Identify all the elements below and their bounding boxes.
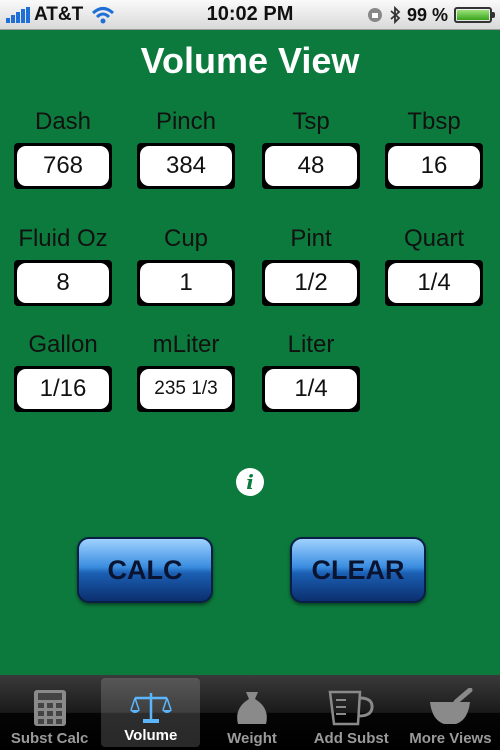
tab-label: Add Subst <box>313 730 389 747</box>
unit-label: Tbsp <box>407 108 461 135</box>
battery-percent: 99 % <box>406 4 448 25</box>
tab-label: More Views <box>409 730 492 747</box>
orientation-lock-icon <box>367 8 382 22</box>
unit-value: 1 <box>140 263 232 303</box>
unit-value: 1/4 <box>265 369 357 409</box>
calculator-icon <box>33 690 66 726</box>
unit-value: 1/16 <box>17 369 109 409</box>
unit-label: Quart <box>403 225 465 252</box>
unit-value: 16 <box>388 146 480 186</box>
unit-field[interactable]: 235 1/3 <box>137 366 235 412</box>
unit-cell-liter: Liter 1/4 <box>256 330 366 412</box>
unit-label: Pint <box>290 225 332 252</box>
unit-cell-dash: Dash 768 <box>8 107 118 189</box>
unit-value: 8 <box>17 263 109 303</box>
unit-cell-gallon: Gallon 1/16 <box>8 330 118 412</box>
unit-cell-cup: Cup 1 <box>131 224 241 306</box>
unit-label: Dash <box>34 108 92 135</box>
unit-cell-tsp: Tsp 48 <box>256 107 366 189</box>
unit-label: Gallon <box>28 331 98 358</box>
measuring-cup-icon <box>328 690 374 726</box>
unit-value: 1/4 <box>388 263 480 303</box>
calc-button[interactable]: CALC <box>77 537 213 603</box>
unit-cell-mliter: mLiter 235 1/3 <box>131 330 241 412</box>
unit-cell-pinch: Pinch 384 <box>131 107 241 189</box>
unit-field[interactable]: 1/4 <box>385 260 483 306</box>
tab-volume[interactable]: Volume <box>101 678 201 747</box>
unit-field[interactable]: 1/2 <box>262 260 360 306</box>
unit-field[interactable]: 768 <box>14 143 112 189</box>
page-title: Volume View <box>140 40 360 81</box>
unit-label: Cup <box>163 225 209 252</box>
unit-label: Liter <box>287 331 335 358</box>
unit-value: 1/2 <box>265 263 357 303</box>
battery-fill <box>457 10 489 20</box>
unit-field[interactable]: 1/16 <box>14 366 112 412</box>
unit-field[interactable]: 16 <box>385 143 483 189</box>
unit-cell-fluid-oz: Fluid Oz 8 <box>8 224 118 306</box>
tab-bar: Subst Calc Volume Weight Add Subst More … <box>0 675 500 750</box>
unit-cell-tbsp: Tbsp 16 <box>379 107 489 189</box>
tab-label: Weight <box>227 730 277 747</box>
unit-value: 48 <box>265 146 357 186</box>
unit-value: 235 1/3 <box>140 369 232 409</box>
unit-label: mLiter <box>152 331 220 358</box>
clear-button[interactable]: CLEAR <box>290 537 426 603</box>
tab-label: Volume <box>124 727 178 744</box>
unit-cell-quart: Quart 1/4 <box>379 224 489 306</box>
right-status: 99 % <box>367 4 495 26</box>
unit-value: 768 <box>17 146 109 186</box>
tab-subst-calc[interactable]: Subst Calc <box>0 675 99 750</box>
unit-label: Tsp <box>292 108 330 135</box>
battery-icon <box>454 7 495 23</box>
unit-value: 384 <box>140 146 232 186</box>
unit-label: Pinch <box>155 108 217 135</box>
unit-field[interactable]: 8 <box>14 260 112 306</box>
tab-add-subst[interactable]: Add Subst <box>302 675 401 750</box>
weight-bag-icon <box>237 692 267 724</box>
info-icon[interactable]: i <box>236 468 264 496</box>
unit-field[interactable]: 384 <box>137 143 235 189</box>
unit-label: Fluid Oz <box>18 225 108 252</box>
tab-more-views[interactable]: More Views <box>401 675 500 750</box>
status-bar: AT&T 10:02 PM 99 % <box>0 0 500 30</box>
tab-label: Subst Calc <box>10 730 89 747</box>
unit-field[interactable]: 48 <box>262 143 360 189</box>
unit-field[interactable]: 1/4 <box>262 366 360 412</box>
unit-field[interactable]: 1 <box>137 260 235 306</box>
unit-cell-pint: Pint 1/2 <box>256 224 366 306</box>
tab-weight[interactable]: Weight <box>202 675 301 750</box>
scales-icon <box>129 693 172 723</box>
bluetooth-icon <box>390 6 401 24</box>
mortar-pestle-icon <box>430 688 473 724</box>
